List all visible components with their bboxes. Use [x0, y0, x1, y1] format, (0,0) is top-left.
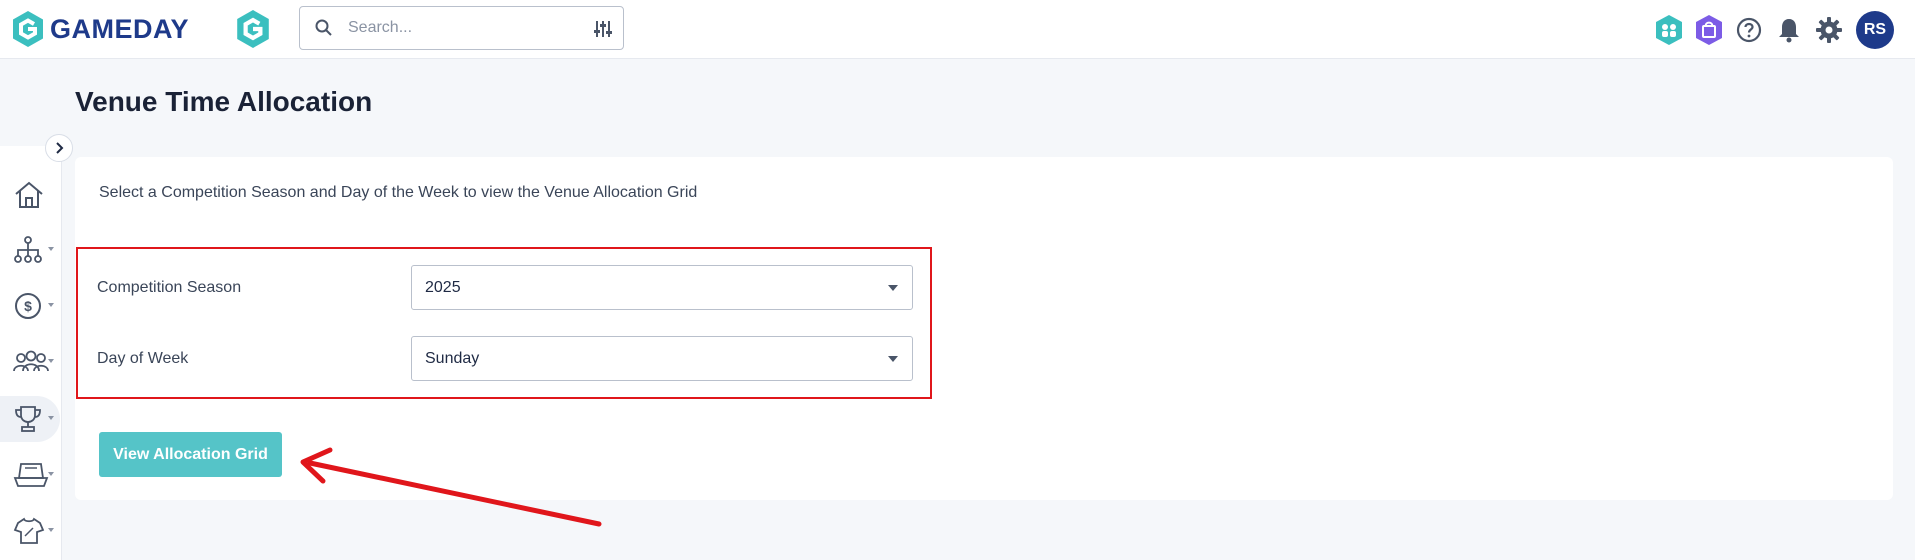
search-icon: [315, 19, 332, 36]
sidebar-item-organisation[interactable]: [0, 227, 60, 273]
home-icon: [15, 181, 43, 208]
user-avatar[interactable]: RS: [1856, 10, 1894, 49]
gameday-logo[interactable]: GAMEDAY: [12, 9, 189, 49]
venue-icon: [13, 463, 49, 487]
competition-season-row: Competition Season 2025: [97, 265, 913, 310]
day-of-week-row: Day of Week Sunday: [97, 336, 913, 381]
day-of-week-select[interactable]: Sunday: [411, 336, 913, 381]
settings-gear-icon[interactable]: [1814, 15, 1844, 45]
logo-text: GAMEDAY: [50, 13, 190, 44]
competition-season-label: Competition Season: [97, 278, 242, 296]
sidebar-item-venues[interactable]: [0, 452, 60, 498]
sidebar: $: [0, 146, 62, 560]
sidebar-expand-toggle[interactable]: [45, 134, 73, 162]
view-allocation-grid-button[interactable]: View Allocation Grid: [99, 432, 282, 477]
dropdown-arrow-icon: [888, 356, 898, 362]
sidebar-item-members[interactable]: [0, 339, 60, 385]
gameday-g-logo-icon: [13, 11, 43, 47]
competition-season-value: 2025: [425, 278, 461, 296]
sidebar-item-competitions[interactable]: [0, 396, 60, 442]
dropdown-arrow-icon: [888, 285, 898, 291]
chevron-down-icon: [48, 303, 54, 307]
org-structure-icon: [14, 236, 42, 263]
intro-text: Select a Competition Season and Day of t…: [99, 184, 698, 201]
community-hex-icon[interactable]: [1654, 14, 1684, 45]
day-of-week-value: Sunday: [425, 349, 480, 367]
chevron-right-icon: [56, 142, 64, 154]
trophy-icon: [15, 406, 41, 432]
chevron-down-icon: [48, 416, 54, 420]
chevron-down-icon: [48, 359, 54, 363]
chevron-down-icon: [48, 528, 54, 532]
finance-dollar-icon: $: [15, 293, 41, 319]
shop-bag-hex-icon[interactable]: [1694, 14, 1724, 45]
page-title: Venue Time Allocation: [75, 86, 373, 117]
day-of-week-label: Day of Week: [97, 349, 189, 367]
filter-sliders-icon[interactable]: [593, 19, 613, 39]
notifications-bell-icon[interactable]: [1774, 15, 1804, 45]
chevron-down-icon: [48, 247, 54, 251]
help-question-icon[interactable]: [1734, 15, 1764, 45]
sidebar-item-merchandise[interactable]: [0, 508, 60, 554]
allocation-form-card: Select a Competition Season and Day of t…: [75, 157, 1893, 500]
sidebar-item-home[interactable]: [0, 172, 60, 218]
search-box[interactable]: [299, 6, 624, 50]
gameday-app-icon[interactable]: [236, 9, 270, 54]
people-group-icon: [13, 350, 49, 372]
search-input[interactable]: [348, 19, 568, 37]
sidebar-item-finance[interactable]: $: [0, 283, 60, 329]
competition-season-select[interactable]: 2025: [411, 265, 913, 310]
top-bar: GAMEDAY Search... RS: [0, 0, 1915, 59]
jersey-icon: [13, 517, 45, 544]
svg-text:$: $: [24, 298, 32, 314]
chevron-down-icon: [48, 472, 54, 476]
